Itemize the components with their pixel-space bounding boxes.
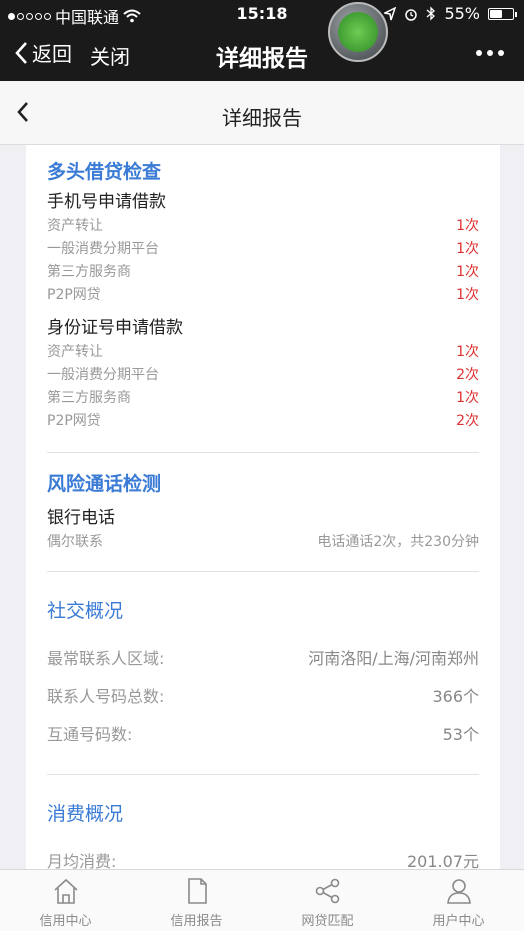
row-value: 366个 <box>432 687 479 706</box>
row-value: 1次 <box>456 344 479 360</box>
list-item: 偶尔联系 电话通话2次，共230分钟 <box>47 531 479 554</box>
list-item: P2P网贷 1次 <box>47 284 479 307</box>
status-bar: 中国联通 15:18 55% <box>0 0 524 28</box>
row-value: 1次 <box>456 241 479 257</box>
row-value: 1次 <box>456 287 479 303</box>
list-item: 最常联系人区域: 河南洛阳/上海/河南郑州 <box>47 640 479 678</box>
page-nav-bar: 详细报告 <box>0 81 524 145</box>
tab-label: 用户中心 <box>432 914 485 929</box>
list-item: 联系人号码总数: 366个 <box>47 678 479 716</box>
row-label: 第三方服务商 <box>47 264 131 280</box>
document-icon <box>187 878 207 904</box>
row-label: 最常联系人区域: <box>47 649 165 668</box>
row-label: 资产转让 <box>47 218 103 234</box>
status-right: 55% <box>384 4 517 23</box>
tab-credit-report[interactable]: 信用报告 <box>131 870 262 931</box>
row-label: P2P网贷 <box>47 287 101 303</box>
row-value: 1次 <box>456 264 479 280</box>
row-label: 偶尔联系 <box>47 534 103 550</box>
risk-call-section: 风险通话检测 银行电话 偶尔联系 电话通话2次，共230分钟 <box>26 453 500 554</box>
battery-percent: 55% <box>444 4 480 23</box>
list-item: 一般消费分期平台 1次 <box>47 238 479 261</box>
user-icon <box>446 879 471 904</box>
social-section: 社交概况 最常联系人区域: 河南洛阳/上海/河南郑州 联系人号码总数: 366个… <box>26 572 500 754</box>
tab-label: 信用报告 <box>170 914 223 929</box>
list-item: 第三方服务商 1次 <box>47 261 479 284</box>
row-label: 互通号码数: <box>47 725 133 744</box>
row-value: 1次 <box>456 218 479 234</box>
list-item: 一般消费分期平台 2次 <box>47 364 479 387</box>
wechat-top-bar: 返回 关闭 详细报告 <box>0 28 524 81</box>
multi-loan-section: 多头借贷检查 手机号申请借款 资产转让 1次 一般消费分期平台 1次 第三方服务… <box>26 145 500 433</box>
row-value: 201.07元 <box>407 852 479 869</box>
bluetooth-icon <box>427 6 436 21</box>
tab-label: 网贷匹配 <box>301 914 354 929</box>
row-value: 电话通话2次，共230分钟 <box>317 534 479 550</box>
list-item: 资产转让 1次 <box>47 341 479 364</box>
row-label: 月均消费: <box>47 852 117 869</box>
report-content: 多头借贷检查 手机号申请借款 资产转让 1次 一般消费分期平台 1次 第三方服务… <box>26 145 500 869</box>
row-label: 一般消费分期平台 <box>47 367 159 383</box>
row-label: 第三方服务商 <box>47 390 131 406</box>
row-value: 2次 <box>456 367 479 383</box>
section-title: 消费概况 <box>47 803 124 825</box>
section-title: 社交概况 <box>47 600 124 622</box>
list-item: 月均消费: 201.07元 <box>47 843 479 869</box>
share-icon <box>315 878 339 904</box>
row-label: 联系人号码总数: <box>47 687 165 706</box>
list-item: 第三方服务商 1次 <box>47 387 479 410</box>
more-options-icon[interactable] <box>476 50 504 56</box>
bottom-tab-bar: 信用中心 信用报告 网贷匹配 用户中心 <box>0 869 524 931</box>
home-icon <box>53 878 78 904</box>
row-label: P2P网贷 <box>47 413 101 429</box>
tab-label: 信用中心 <box>39 914 92 929</box>
list-item: 资产转让 1次 <box>47 215 479 238</box>
battery-icon <box>488 7 517 20</box>
app-badge-logo <box>328 2 388 62</box>
row-value: 1次 <box>456 390 479 406</box>
page-title: 详细报告 <box>222 106 302 130</box>
section-title: 风险通话检测 <box>47 473 162 495</box>
row-value: 河南洛阳/上海/河南郑州 <box>308 649 479 668</box>
consumption-section: 消费概况 月均消费: 201.07元 <box>26 775 500 869</box>
row-value: 2次 <box>456 413 479 429</box>
subheading: 银行电话 <box>47 508 115 528</box>
list-item: P2P网贷 2次 <box>47 410 479 433</box>
tab-user-center[interactable]: 用户中心 <box>393 870 524 931</box>
row-value: 53个 <box>442 725 479 744</box>
tab-loan-match[interactable]: 网贷匹配 <box>262 870 393 931</box>
row-label: 一般消费分期平台 <box>47 241 159 257</box>
section-title: 多头借贷检查 <box>47 161 162 183</box>
subheading: 手机号申请借款 <box>47 192 166 212</box>
wechat-title: 详细报告 <box>216 46 308 72</box>
row-label: 资产转让 <box>47 344 103 360</box>
subheading: 身份证号申请借款 <box>47 318 183 338</box>
list-item: 互通号码数: 53个 <box>47 716 479 754</box>
location-icon <box>384 6 397 20</box>
alarm-icon <box>405 8 418 21</box>
tab-credit-center[interactable]: 信用中心 <box>0 870 131 931</box>
